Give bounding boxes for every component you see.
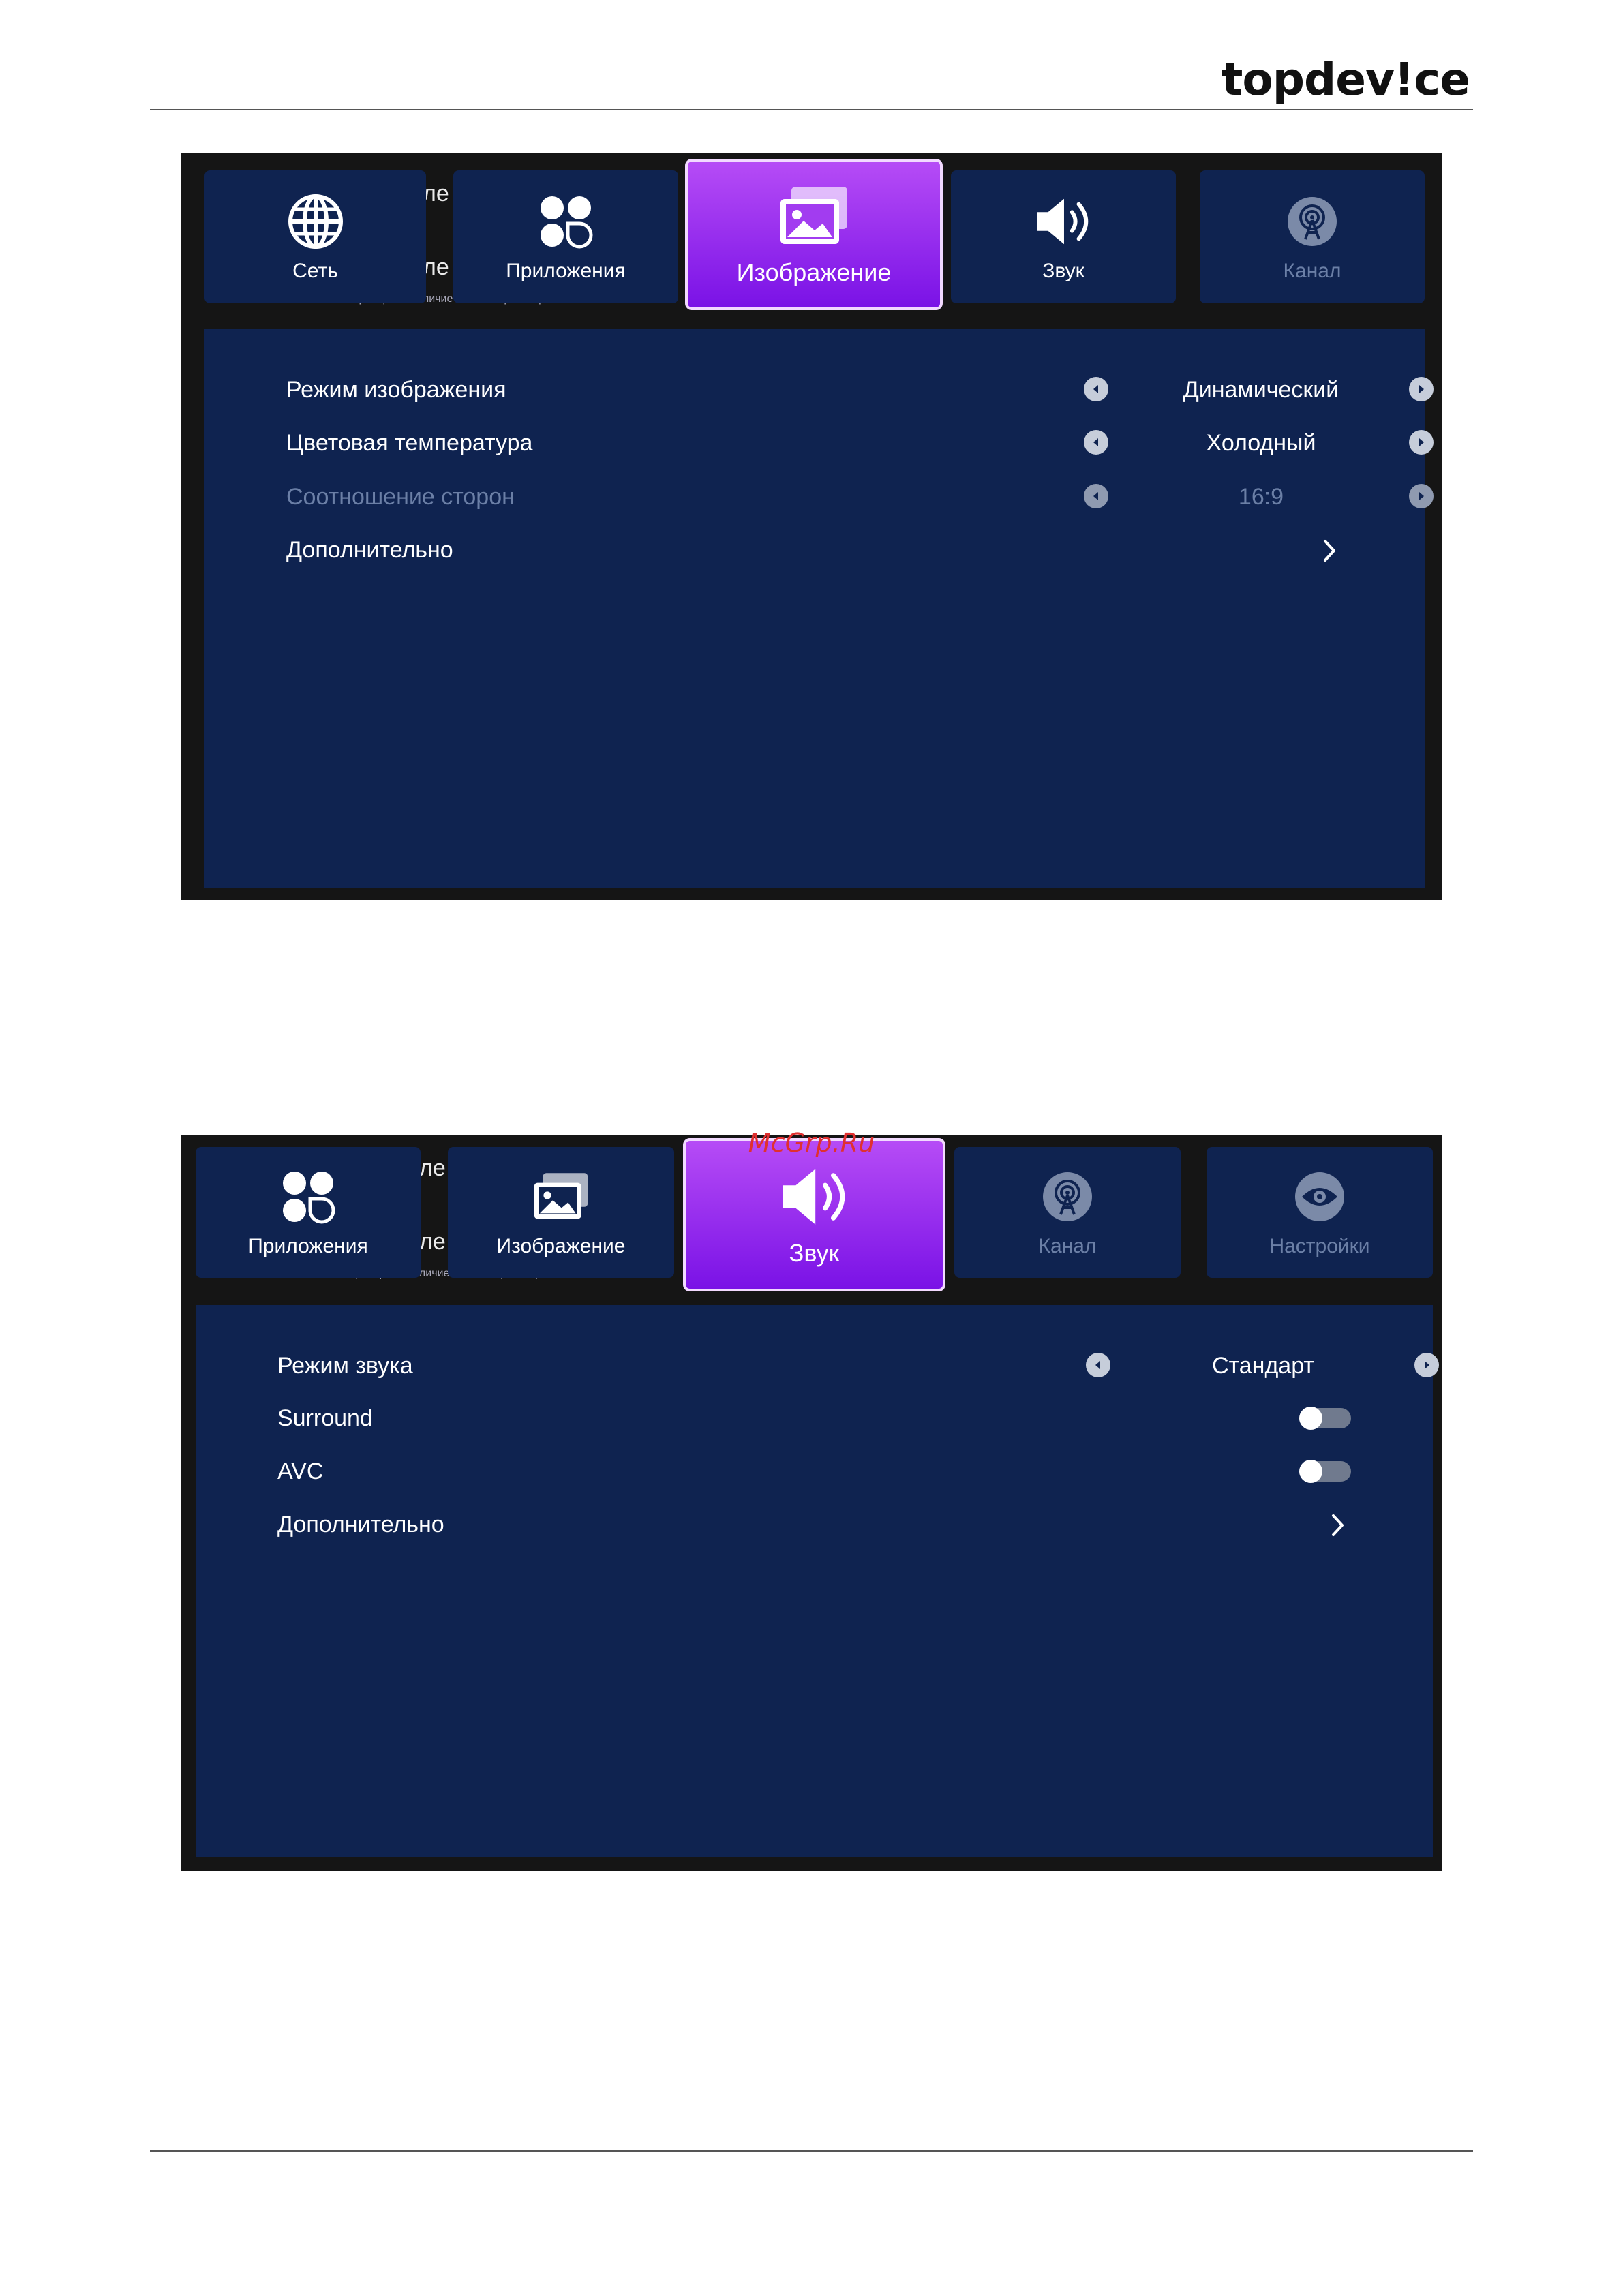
picture-icon — [776, 182, 851, 250]
picture-icon — [531, 1167, 591, 1227]
apps-icon — [278, 1167, 338, 1227]
picture-settings-screenshot: ле ле Проверить Наличие Новой Версии Про… — [181, 153, 1442, 900]
tab-label: Сеть — [292, 259, 338, 282]
avc-toggle[interactable] — [1299, 1460, 1351, 1483]
watermark: McGrp.Ru — [748, 1128, 875, 1158]
speaker-icon — [777, 1163, 852, 1231]
antenna-icon — [1282, 192, 1342, 251]
arrow-left-icon[interactable] — [1084, 430, 1108, 455]
row-label: Дополнительно — [286, 537, 453, 563]
tab-label: Приложения — [506, 259, 626, 282]
tab-network[interactable]: Сеть — [204, 170, 426, 303]
row-label: Режим изображения — [286, 377, 506, 403]
advanced-row[interactable]: Дополнительно — [286, 530, 1343, 571]
antenna-icon — [1037, 1167, 1097, 1227]
toggle-knob — [1299, 1407, 1322, 1430]
eye-icon — [1290, 1167, 1350, 1227]
header-rule — [150, 109, 1473, 110]
arrow-left-icon[interactable] — [1084, 377, 1108, 401]
picture-mode-row[interactable]: Режим изображения Динамический — [286, 370, 1434, 411]
row-value: 16:9 — [1238, 484, 1284, 510]
tab-settings[interactable]: Настройки — [1207, 1147, 1433, 1278]
tab-label: Приложения — [248, 1235, 368, 1257]
row-label: Цветовая температура — [286, 430, 533, 456]
tab-label: Изображение — [496, 1235, 626, 1257]
tab-bar: Сеть Приложения Изображение Звук Канал — [181, 153, 1442, 310]
footer-rule — [150, 2150, 1473, 2152]
tab-picture[interactable]: Изображение — [685, 159, 943, 310]
row-label: Соотношение сторон — [286, 484, 515, 510]
arrow-left-icon — [1084, 484, 1108, 508]
sound-settings-screenshot: ле ле Проверить Наличие Новой Версии Про… — [181, 1135, 1442, 1871]
tab-label: Звук — [789, 1238, 840, 1267]
chevron-right-icon — [1324, 1510, 1351, 1540]
avc-row[interactable]: AVC — [277, 1452, 1351, 1493]
tab-label: Канал — [1283, 259, 1341, 282]
tab-sound[interactable]: Звук — [683, 1138, 945, 1291]
surround-row[interactable]: Surround — [277, 1398, 1351, 1439]
row-value: Динамический — [1183, 377, 1339, 403]
arrow-left-icon[interactable] — [1086, 1353, 1110, 1377]
row-label: AVC — [277, 1458, 324, 1484]
tab-apps[interactable]: Приложения — [453, 170, 678, 303]
row-label: Режим звука — [277, 1353, 413, 1379]
tab-sound[interactable]: Звук — [951, 170, 1176, 303]
arrow-right-icon[interactable] — [1409, 430, 1434, 455]
settings-panel: Режим звука Стандарт Surround AVC Дополн… — [196, 1305, 1439, 1857]
brand-logo: topdev!ce — [1221, 53, 1470, 106]
aspect-ratio-row: Соотношение сторон 16:9 — [286, 477, 1434, 518]
globe-icon — [286, 192, 346, 251]
surround-toggle[interactable] — [1299, 1407, 1351, 1430]
sound-mode-row[interactable]: Режим звука Стандарт — [277, 1346, 1439, 1387]
apps-icon — [536, 192, 596, 251]
tab-label: Звук — [1042, 259, 1084, 282]
arrow-right-icon[interactable] — [1409, 377, 1434, 401]
tab-bar: Приложения Изображение Звук Канал Настро… — [181, 1135, 1442, 1291]
toggle-knob — [1299, 1460, 1322, 1483]
color-temperature-row[interactable]: Цветовая температура Холодный — [286, 423, 1434, 464]
tab-picture[interactable]: Изображение — [448, 1147, 674, 1278]
speaker-icon — [1033, 192, 1093, 251]
tab-channel[interactable]: Канал — [1200, 170, 1425, 303]
arrow-right-icon[interactable] — [1414, 1353, 1439, 1377]
settings-panel: Режим изображения Динамический Цветовая … — [204, 329, 1434, 888]
tab-channel[interactable]: Канал — [954, 1147, 1181, 1278]
tab-apps[interactable]: Приложения — [196, 1147, 421, 1278]
row-value: Стандарт — [1212, 1353, 1314, 1379]
row-label: Дополнительно — [277, 1512, 444, 1537]
advanced-row[interactable]: Дополнительно — [277, 1505, 1351, 1546]
tab-label: Изображение — [736, 258, 892, 286]
tab-label: Канал — [1038, 1235, 1097, 1257]
chevron-right-icon — [1316, 536, 1343, 566]
tab-label: Настройки — [1269, 1235, 1370, 1257]
row-value: Холодный — [1206, 430, 1316, 456]
row-label: Surround — [277, 1405, 373, 1431]
arrow-right-icon — [1409, 484, 1434, 508]
